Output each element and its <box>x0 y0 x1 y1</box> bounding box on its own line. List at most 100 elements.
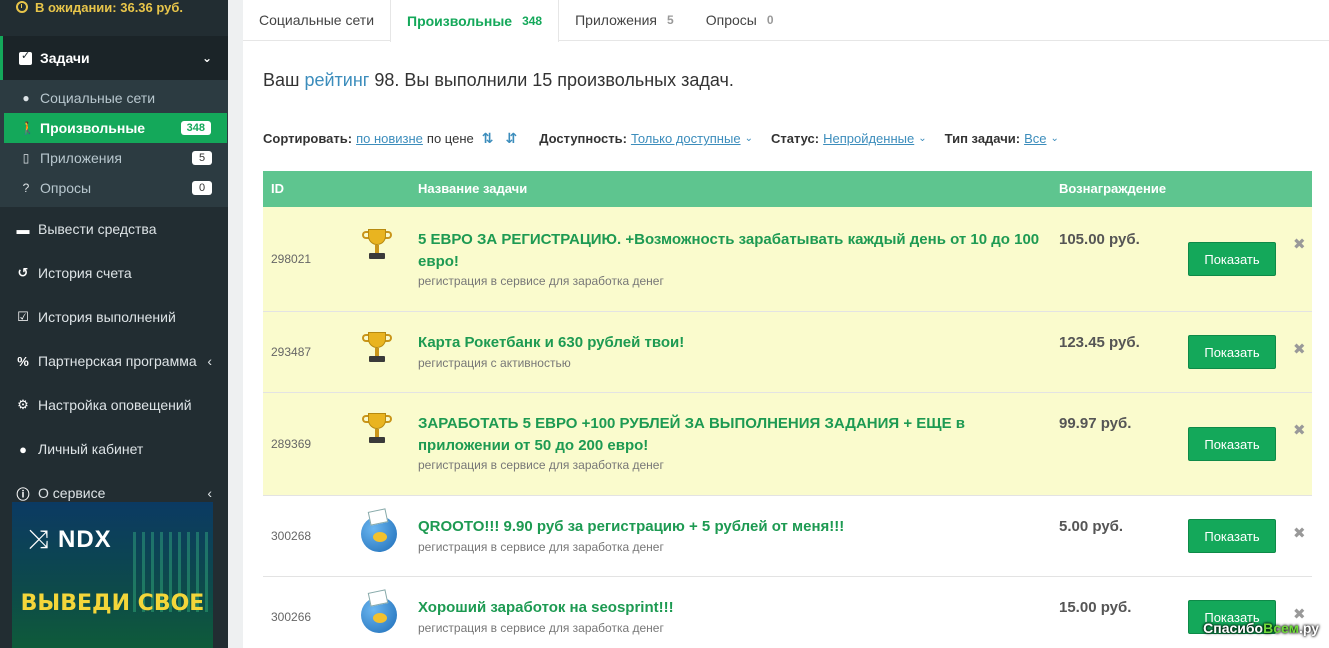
watermark-left: Спасибо <box>1203 620 1264 636</box>
task-id: 300266 <box>271 610 312 624</box>
task-title[interactable]: 5 ЕВРО ЗА РЕГИСТРАЦИЮ. +Возможность зара… <box>418 229 1043 273</box>
sidebar-item-affiliate[interactable]: % Партнерская программа ‹ <box>0 339 228 383</box>
user-icon: ● <box>19 441 27 457</box>
tab-arbitrary[interactable]: Произвольные 348 <box>390 0 560 42</box>
sidebar-item-account-history[interactable]: ↺ История счета <box>0 251 228 295</box>
chevron-down-icon: ⌄ <box>1050 133 1059 144</box>
tab-label: Произвольные <box>407 13 513 29</box>
count-badge: 0 <box>192 181 212 195</box>
sidebar: В ожидании: 36.36 руб. Задачи ⌄ ● Социал… <box>0 0 228 648</box>
task-reward: 5.00 руб. <box>1059 518 1124 535</box>
chevron-left-icon: ‹ <box>207 485 212 501</box>
info-icon: ⓘ <box>16 486 30 502</box>
sidebar-subitem-label: Опросы <box>40 180 92 196</box>
sidebar-subitem-polls[interactable]: ? Опросы 0 <box>0 173 228 203</box>
trophy-icon <box>361 229 393 263</box>
task-title[interactable]: QROOTO!!! 9.90 руб за регистрацию + 5 ру… <box>418 516 1043 538</box>
sort-desc-icon[interactable]: ⇵ <box>505 130 517 147</box>
task-reward: 15.00 руб. <box>1059 599 1132 616</box>
chevron-down-icon: ⌄ <box>744 133 753 144</box>
tab-count: 0 <box>766 13 774 27</box>
sidebar-item-tasks[interactable]: Задачи ⌄ <box>0 36 228 80</box>
close-icon[interactable]: ✖ <box>1293 340 1306 358</box>
sort-by-price[interactable]: по цене <box>427 131 474 146</box>
task-reward: 99.97 руб. <box>1059 415 1132 432</box>
sort-label: Сортировать: <box>263 131 353 146</box>
show-button[interactable]: Показать <box>1188 427 1276 461</box>
table-row: 300266 Хороший заработок на seosprint!!!… <box>263 577 1312 648</box>
users-icon: ● <box>22 91 30 105</box>
sidebar-item-label: Вывести средства <box>38 221 157 237</box>
filters-bar: Сортировать: по новизне по цене ⇅ ⇵ Дост… <box>263 130 1059 147</box>
trophy-icon <box>361 413 393 447</box>
task-title[interactable]: ЗАРАБОТАТЬ 5 ЕВРО +100 РУБЛЕЙ ЗА ВЫПОЛНЕ… <box>418 413 1043 457</box>
show-button[interactable]: Показать <box>1188 335 1276 369</box>
tab-label: Социальные сети <box>259 12 375 28</box>
tab-social[interactable]: Социальные сети <box>243 0 390 40</box>
watermark-brand: Всем <box>1263 620 1299 636</box>
task-description: регистрация в сервисе для заработка дене… <box>418 274 664 288</box>
clock-icon <box>16 1 28 13</box>
sidebar-item-withdraw[interactable]: ▬ Вывести средства <box>0 207 228 251</box>
rating-prefix: Ваш <box>263 70 305 90</box>
status-label: Статус: <box>770 131 820 146</box>
column-header-id: ID <box>271 181 284 196</box>
sidebar-item-label: История выполнений <box>38 309 176 325</box>
rating-summary: Ваш рейтинг 98. Вы выполнили 15 произвол… <box>263 70 734 91</box>
rating-link[interactable]: рейтинг <box>304 70 369 90</box>
sidebar-subitem-label: Социальные сети <box>40 90 156 106</box>
show-button[interactable]: Показать <box>1188 242 1276 276</box>
sidebar-item-label: Партнерская программа <box>38 353 197 369</box>
status-select[interactable]: Непройденные <box>823 131 914 146</box>
sidebar-item-completion-history[interactable]: ☑ История выполнений <box>0 295 228 339</box>
task-description: регистрация с активностью <box>418 356 571 370</box>
close-icon[interactable]: ✖ <box>1293 235 1306 253</box>
table-row: 293487 Карта Рокетбанк и 630 рублей твои… <box>263 312 1312 393</box>
task-description: регистрация в сервисе для заработка дене… <box>418 458 664 472</box>
sidebar-subitem-apps[interactable]: ▯ Приложения 5 <box>0 143 228 173</box>
question-icon: ? <box>22 181 30 195</box>
task-description: регистрация в сервисе для заработка дене… <box>418 540 664 554</box>
table-header: ID Название задачи Вознаграждение <box>263 171 1312 207</box>
tab-label: Опросы <box>705 12 757 28</box>
chevron-left-icon: ‹ <box>207 353 212 369</box>
tab-apps[interactable]: Приложения 5 <box>559 0 690 40</box>
sidebar-subitem-social[interactable]: ● Социальные сети <box>0 83 228 113</box>
tab-label: Приложения <box>575 12 658 28</box>
task-reward: 123.45 руб. <box>1059 334 1140 351</box>
pending-balance-text: В ожидании: 36.36 руб. <box>35 0 184 15</box>
watermark-right: .ру <box>1298 620 1319 636</box>
sidebar-item-profile[interactable]: ● Личный кабинет <box>0 427 228 471</box>
banner-logo: NDX <box>58 526 112 553</box>
sort-asc-icon[interactable]: ⇅ <box>482 130 494 147</box>
task-reward: 105.00 руб. <box>1059 231 1140 248</box>
sidebar-item-label: О сервисе <box>38 485 106 501</box>
availability-select[interactable]: Только доступные <box>631 131 741 146</box>
sidebar-subitem-arbitrary[interactable]: 🚶 Произвольные 348 <box>4 113 227 143</box>
close-icon[interactable]: ✖ <box>1293 421 1306 439</box>
task-id: 289369 <box>271 437 312 451</box>
task-title[interactable]: Хороший заработок на seosprint!!! <box>418 597 1043 619</box>
sidebar-item-label: Настройка оповещений <box>38 397 192 413</box>
main-content: Социальные сети Произвольные 348 Приложе… <box>243 0 1329 648</box>
show-button[interactable]: Показать <box>1188 519 1276 553</box>
walker-icon: 🚶 <box>20 121 35 135</box>
chevron-down-icon: ⌄ <box>201 51 212 65</box>
chevron-down-icon: ⌄ <box>918 133 927 144</box>
history-icon: ↺ <box>17 265 29 280</box>
sidebar-subitem-label: Произвольные <box>40 120 146 136</box>
ndx-logo-icon: ⤨ <box>28 524 49 554</box>
rating-suffix: 98. Вы выполнили 15 произвольных задач. <box>369 70 734 90</box>
table-row: 300268 QROOTO!!! 9.90 руб за регистрацию… <box>263 496 1312 577</box>
task-title[interactable]: Карта Рокетбанк и 630 рублей твои! <box>418 332 1043 354</box>
sidebar-item-notifications[interactable]: ⚙ Настройка оповещений <box>0 383 228 427</box>
task-type-select[interactable]: Все <box>1024 131 1046 146</box>
column-header-reward: Вознаграждение <box>1059 181 1167 196</box>
banner-cta: ВЫВЕДИ СВОЕ <box>20 591 205 616</box>
task-description: регистрация в сервисе для заработка дене… <box>418 621 664 635</box>
sidebar-item-label: Личный кабинет <box>38 441 144 457</box>
tab-polls[interactable]: Опросы 0 <box>690 0 790 40</box>
sort-by-newest[interactable]: по новизне <box>356 131 423 146</box>
ad-banner[interactable]: ⤨ NDX ВЫВЕДИ СВОЕ <box>12 502 213 648</box>
close-icon[interactable]: ✖ <box>1293 524 1306 542</box>
